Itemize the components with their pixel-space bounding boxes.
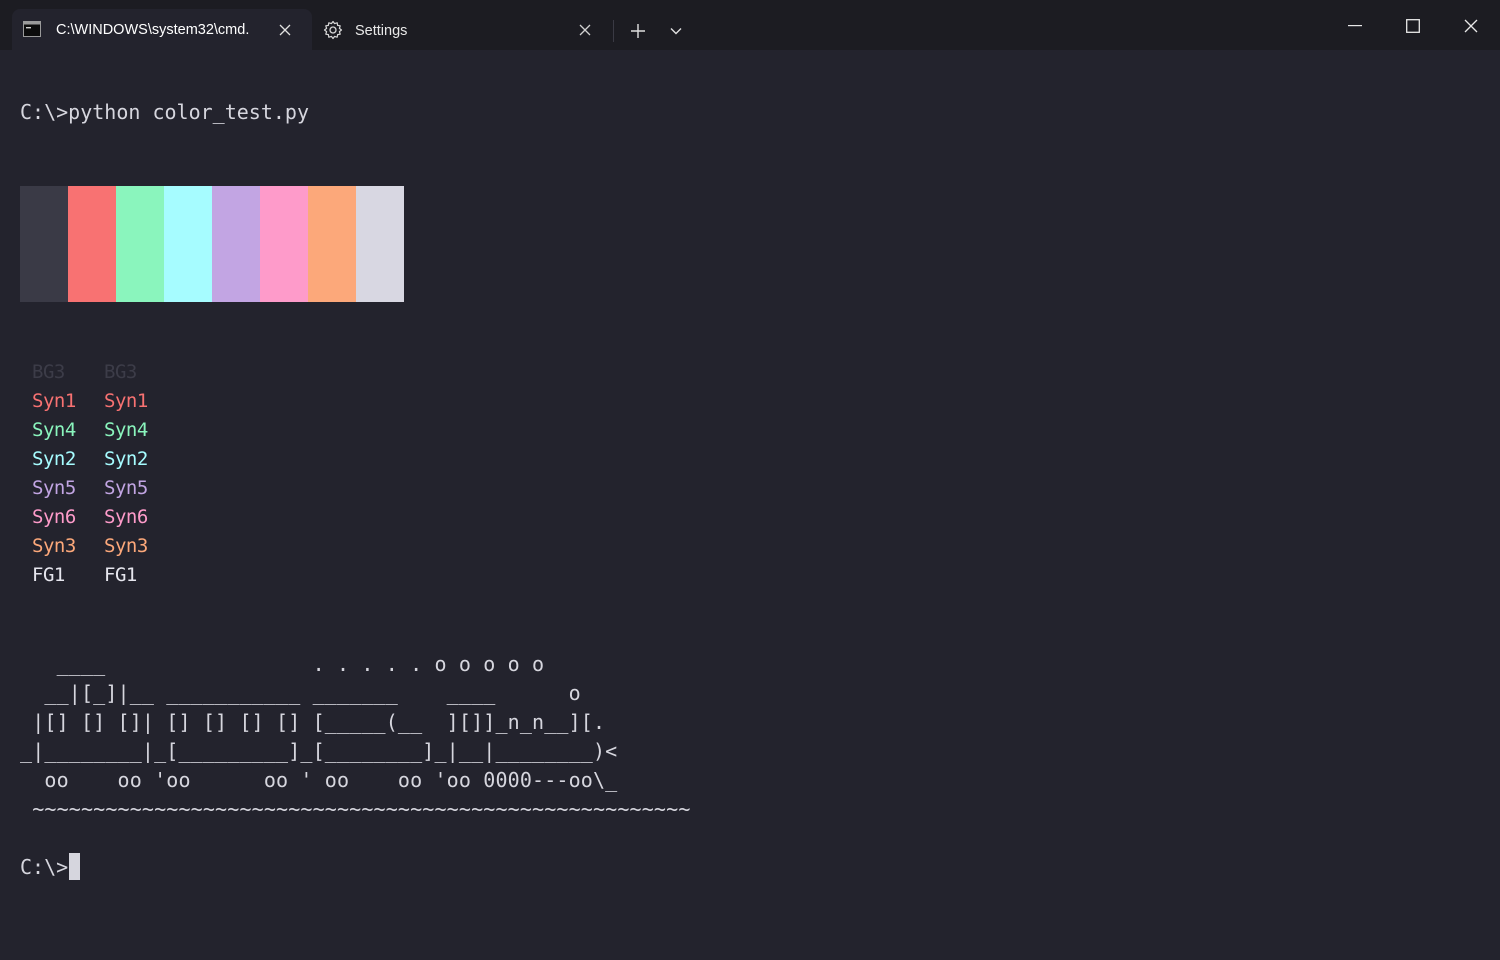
color-label: Syn6 — [32, 506, 76, 528]
prompt-line: C:\> — [20, 853, 81, 880]
color-label: Syn3 — [32, 535, 76, 557]
color-swatch — [212, 186, 260, 302]
color-label: Syn5 — [104, 477, 148, 499]
color-swatch — [356, 186, 404, 302]
color-label: Syn3 — [104, 535, 148, 557]
tab-cmd-label: C:\WINDOWS\system32\cmd. — [56, 22, 250, 38]
title-bar: C:\WINDOWS\system32\cmd. Settings — [0, 0, 1500, 50]
color-swatch-bar — [20, 186, 404, 302]
color-label-row: Syn6 Syn6 — [32, 506, 148, 528]
color-swatch — [20, 186, 68, 302]
color-swatch — [164, 186, 212, 302]
chevron-down-icon — [670, 28, 682, 35]
color-label-row: FG1 FG1 — [32, 564, 137, 586]
color-label: Syn1 — [104, 390, 148, 412]
tab-settings[interactable]: Settings — [314, 9, 606, 50]
color-label: Syn1 — [32, 390, 76, 412]
color-label: Syn2 — [104, 448, 148, 470]
minimize-button[interactable] — [1330, 10, 1380, 42]
close-window-button[interactable] — [1446, 10, 1496, 42]
color-label: Syn6 — [104, 506, 148, 528]
color-swatch — [116, 186, 164, 302]
color-swatch — [308, 186, 356, 302]
color-label-row: Syn5 Syn5 — [32, 477, 148, 499]
terminal-area[interactable]: C:\>python color_test.py BG3 BG3 Syn1 Syn1… — [0, 50, 1500, 960]
prompt: C:\> — [20, 855, 69, 879]
close-tab-icon[interactable] — [573, 18, 597, 42]
gear-icon — [323, 20, 343, 45]
terminal-icon — [23, 21, 41, 42]
text-cursor — [69, 853, 81, 880]
close-icon — [1464, 19, 1478, 33]
color-label: Syn4 — [32, 419, 76, 441]
color-label-row: BG3 BG3 — [32, 361, 137, 383]
tab-settings-label: Settings — [355, 23, 408, 39]
color-label: BG3 — [32, 361, 65, 383]
maximize-icon — [1406, 19, 1420, 33]
tab-cmd[interactable]: C:\WINDOWS\system32\cmd. — [12, 9, 312, 50]
color-swatch — [260, 186, 308, 302]
minimize-icon — [1348, 25, 1362, 27]
tab-divider — [613, 20, 614, 42]
tab-dropdown-button[interactable] — [664, 19, 688, 43]
color-label: BG3 — [104, 361, 137, 383]
color-label: Syn5 — [32, 477, 76, 499]
color-label: FG1 — [104, 564, 137, 586]
color-label-row: Syn4 Syn4 — [32, 419, 148, 441]
maximize-button[interactable] — [1388, 10, 1438, 42]
color-swatch — [68, 186, 116, 302]
color-label: FG1 — [32, 564, 65, 586]
ascii-train-art: ____ . . . . . o o o o o __|[_]|__ _____… — [20, 652, 691, 821]
plus-icon — [631, 24, 645, 38]
color-label-row: Syn1 Syn1 — [32, 390, 148, 412]
color-label: Syn2 — [32, 448, 76, 470]
new-tab-button[interactable] — [626, 19, 650, 43]
color-label: Syn4 — [104, 419, 148, 441]
close-tab-icon[interactable] — [273, 18, 297, 42]
color-label-row: Syn3 Syn3 — [32, 535, 148, 557]
color-label-row: Syn2 Syn2 — [32, 448, 148, 470]
command-line: C:\>python color_test.py — [20, 100, 309, 124]
